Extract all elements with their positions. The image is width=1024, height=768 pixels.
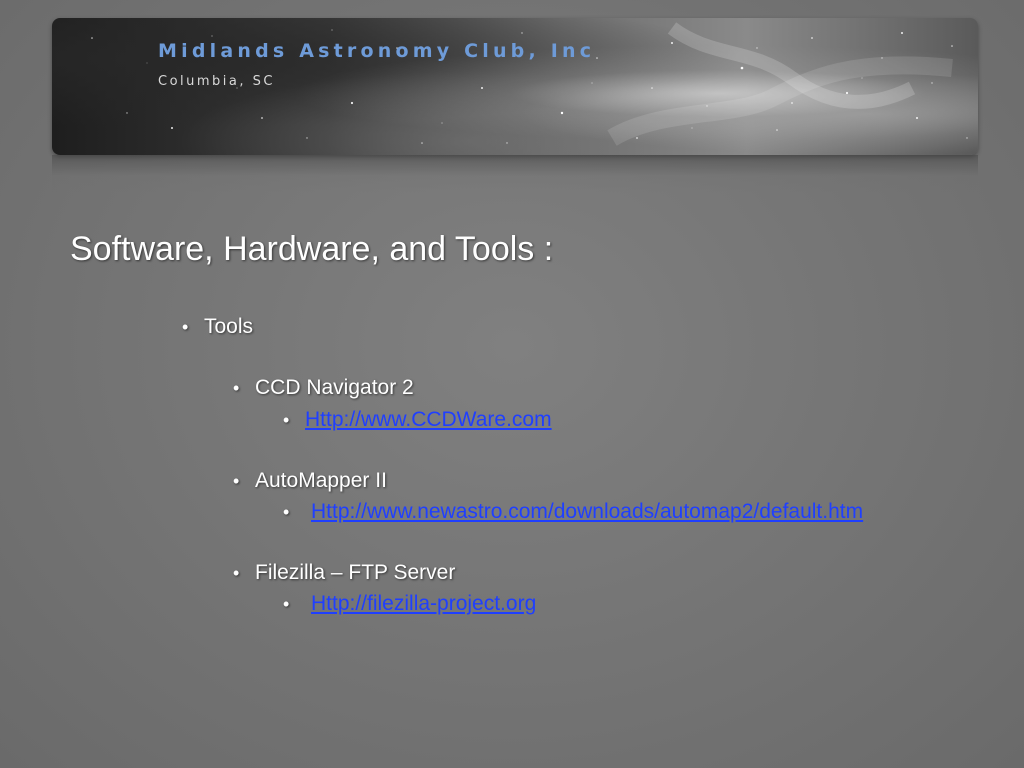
- bullet-icon: •: [182, 317, 189, 337]
- tool-name: Filezilla – FTP Server: [255, 561, 456, 584]
- section-label: Tools: [204, 315, 254, 338]
- bullet-icon: •: [233, 471, 240, 491]
- banner-reflection: [52, 155, 978, 193]
- ccdware-link[interactable]: Http://www.CCDWare.com: [305, 408, 552, 431]
- bullet-icon: •: [233, 563, 240, 583]
- slide-title: Software, Hardware, and Tools :: [70, 230, 554, 268]
- newastro-link[interactable]: Http://www.newastro.com/downloads/automa…: [311, 500, 863, 523]
- bullet-icon: •: [283, 594, 290, 614]
- list-item-link: • Http://www.CCDWare.com: [283, 408, 552, 432]
- club-name: Midlands Astronomy Club, Inc: [158, 40, 596, 62]
- list-item-tool: • CCD Navigator 2: [233, 376, 414, 400]
- club-location: Columbia, SC: [158, 74, 275, 89]
- list-item-link: • Http://www.newastro.com/downloads/autom…: [283, 500, 863, 524]
- list-item-tools: • Tools: [182, 315, 253, 339]
- tool-name: AutoMapper II: [255, 469, 387, 492]
- filezilla-link[interactable]: Http://filezilla-project.org: [311, 592, 536, 615]
- list-item-link: • Http://filezilla-project.org: [283, 592, 536, 616]
- list-item-tool: • Filezilla – FTP Server: [233, 561, 455, 585]
- list-item-tool: • AutoMapper II: [233, 469, 387, 493]
- header-banner: Midlands Astronomy Club, Inc Columbia, S…: [52, 18, 978, 155]
- tool-name: CCD Navigator 2: [255, 376, 414, 399]
- bullet-icon: •: [233, 378, 240, 398]
- bullet-icon: •: [283, 410, 290, 430]
- bullet-icon: •: [283, 502, 290, 522]
